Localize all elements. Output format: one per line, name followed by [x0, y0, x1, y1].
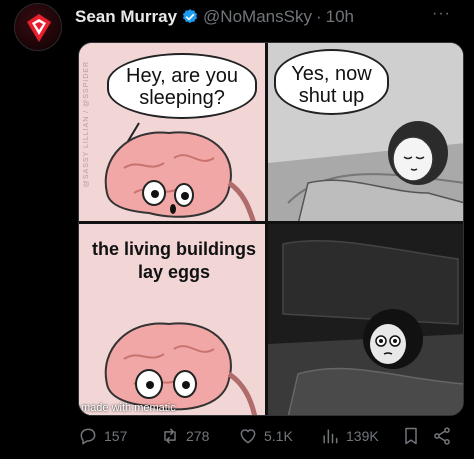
more-options-button[interactable]: ··· [432, 5, 451, 23]
views-count: 139K [346, 428, 379, 444]
meme-panel-2: Yes, now shut up [268, 43, 463, 224]
no-mans-sky-logo-icon [27, 14, 51, 42]
reply-icon [80, 428, 96, 445]
author-handle[interactable]: @NoMansSky [203, 7, 312, 27]
bookmark-icon [405, 427, 417, 445]
meme-panel-3: the living buildings lay eggs made with … [79, 224, 268, 415]
post-timestamp[interactable]: 10h [326, 7, 354, 27]
repost-icon [164, 428, 176, 444]
like-button[interactable]: 5.1K [238, 426, 293, 446]
awake-girl-illustration [268, 224, 463, 415]
repost-count: 278 [186, 428, 210, 444]
verified-badge-icon [182, 9, 198, 24]
share-button[interactable] [432, 426, 458, 446]
speech-bubble-2: Yes, now shut up [274, 49, 389, 115]
share-icon [434, 427, 450, 445]
brain-illustration [104, 122, 256, 221]
like-count: 5.1K [264, 428, 293, 444]
repost-button[interactable]: 278 [160, 426, 209, 446]
author-name[interactable]: Sean Murray [75, 7, 177, 27]
reply-count: 157 [104, 428, 128, 444]
views-button[interactable]: 139K [320, 426, 379, 446]
tweet-header: Sean Murray @NoMansSky · 10h [75, 6, 354, 28]
meme-image[interactable]: @SASSY LILLIAN / @SSPIDER Hey, are you s… [78, 42, 464, 416]
bookmark-button[interactable] [401, 426, 427, 446]
header-separator: · [315, 7, 322, 26]
views-chart-icon [323, 429, 338, 444]
heart-icon [240, 429, 256, 444]
reply-button[interactable]: 157 [78, 426, 127, 446]
mematic-watermark: made with mematic [81, 402, 176, 414]
meme-panel-4 [268, 224, 463, 415]
brain-illustration-wide-eyes [104, 322, 258, 415]
author-avatar[interactable] [14, 3, 62, 51]
meme-panel-1: @SASSY LILLIAN / @SSPIDER Hey, are you s… [79, 43, 268, 224]
tweet-actions: 157 278 5.1K 139K [78, 426, 464, 448]
